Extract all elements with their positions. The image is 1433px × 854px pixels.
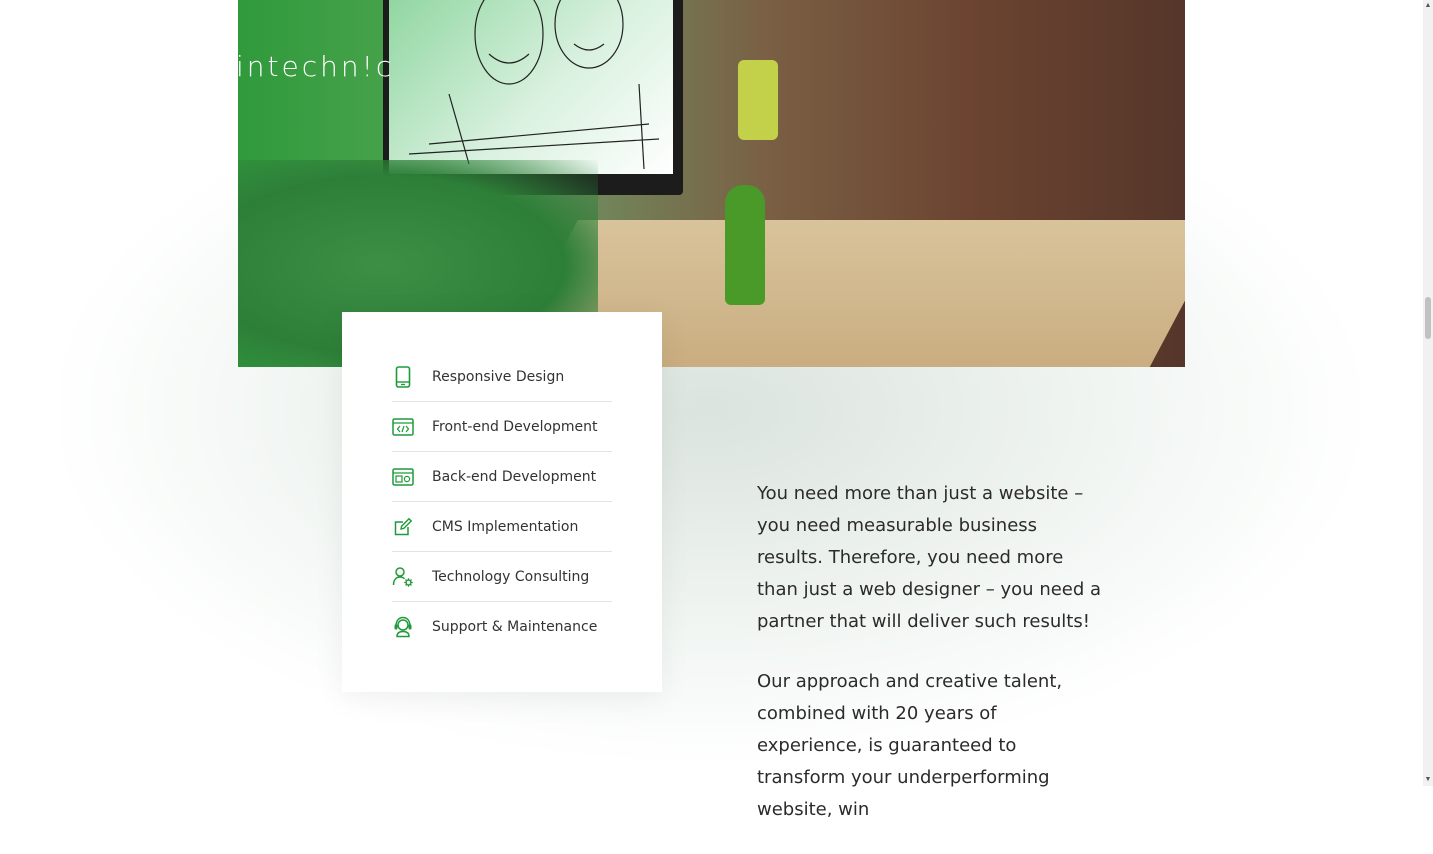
service-label: Back-end Development xyxy=(432,468,597,485)
code-window-icon xyxy=(392,416,414,438)
hero-cat-figurine xyxy=(725,185,765,305)
scroll-up-arrow-icon[interactable]: ▲ xyxy=(1423,0,1433,12)
service-item-cms-implementation[interactable]: CMS Implementation xyxy=(392,502,612,552)
scroll-thumb[interactable] xyxy=(1425,297,1431,339)
service-label: Front-end Development xyxy=(432,418,598,435)
service-item-support-maintenance[interactable]: Support & Maintenance xyxy=(392,602,612,651)
service-label: Support & Maintenance xyxy=(432,618,598,635)
service-item-technology-consulting[interactable]: Technology Consulting xyxy=(392,552,612,602)
edit-pencil-icon xyxy=(392,516,414,538)
headset-support-icon xyxy=(392,616,414,638)
service-label: Responsive Design xyxy=(432,368,565,385)
scroll-down-arrow-icon[interactable]: ▼ xyxy=(1423,774,1433,786)
intro-copy: You need more than just a website – you … xyxy=(757,478,1102,854)
service-label: Technology Consulting xyxy=(432,568,590,585)
mobile-device-icon xyxy=(392,365,414,388)
services-card: Responsive Design Front-end Development … xyxy=(342,312,662,692)
user-gear-icon xyxy=(392,566,414,588)
server-settings-icon xyxy=(392,466,414,488)
intro-paragraph-1: You need more than just a website – you … xyxy=(757,483,1102,632)
service-label: CMS Implementation xyxy=(432,518,579,535)
services-list: Responsive Design Front-end Development … xyxy=(392,352,612,651)
service-item-responsive-design[interactable]: Responsive Design xyxy=(392,352,612,402)
sketch-drawing xyxy=(408,0,660,170)
service-item-back-end-development[interactable]: Back-end Development xyxy=(392,452,612,502)
service-item-front-end-development[interactable]: Front-end Development xyxy=(392,402,612,452)
hero-monitor-screen xyxy=(389,0,673,174)
page-scrollbar[interactable]: ▲ ▼ xyxy=(1423,0,1433,786)
hero-shelf-object xyxy=(738,60,778,140)
site-logo[interactable]: intechn!c xyxy=(236,50,394,83)
intro-paragraph-2: Our approach and creative talent, combin… xyxy=(757,671,1063,820)
hamburger-menu-icon[interactable] xyxy=(65,58,89,76)
